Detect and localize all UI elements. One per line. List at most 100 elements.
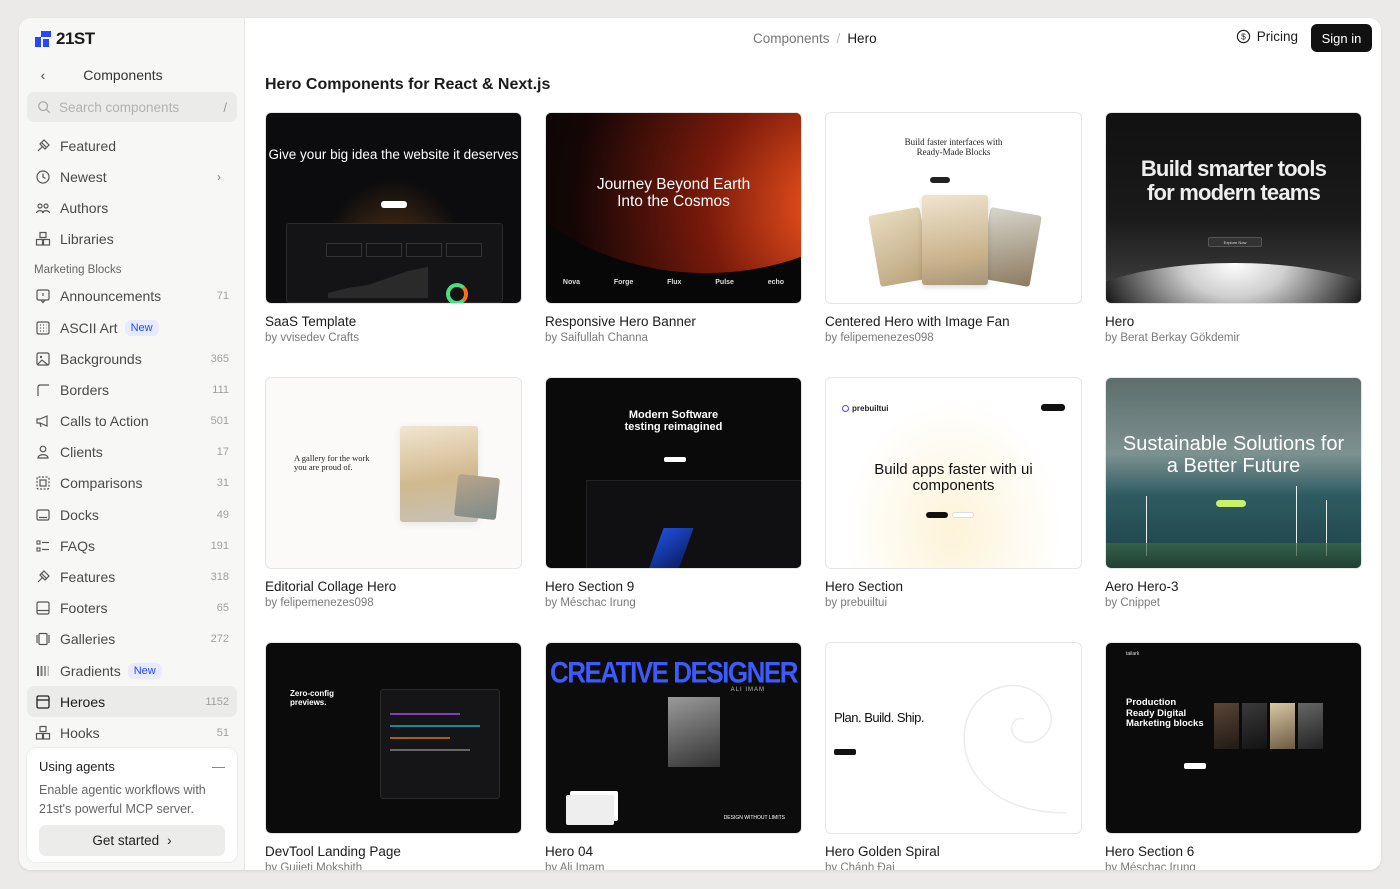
featured-icon bbox=[37, 138, 50, 152]
card-title[interactable]: Aero Hero-3 bbox=[1105, 579, 1362, 594]
card-author[interactable]: by Gujjeti Mokshith bbox=[265, 862, 522, 870]
card-title[interactable]: Hero Section bbox=[825, 579, 1082, 594]
card-thumbnail[interactable]: Give your big idea the website it deserv… bbox=[265, 112, 522, 304]
card-thumbnail[interactable]: tailark Production Ready Digital Marketi… bbox=[1105, 642, 1362, 834]
card-author[interactable]: by felipemenezes098 bbox=[825, 332, 1082, 344]
card-title[interactable]: Hero Section 9 bbox=[545, 579, 802, 594]
card-thumbnail[interactable]: Build faster interfaces with Ready-Made … bbox=[825, 112, 1082, 304]
card-author[interactable]: by felipemenezes098 bbox=[265, 597, 522, 609]
app-window: 21ST ‹ Components Search components / Fe… bbox=[19, 18, 1381, 870]
component-card[interactable]: Modern Software testing reimagined Hero … bbox=[545, 377, 802, 609]
promo-description: Enable agentic workflows with 21st's pow… bbox=[39, 783, 206, 816]
svg-text:$: $ bbox=[1241, 32, 1246, 42]
component-card[interactable]: Give your big idea the website it deserv… bbox=[265, 112, 522, 344]
card-title[interactable]: Hero 04 bbox=[545, 844, 802, 859]
component-card[interactable]: Build faster interfaces with Ready-Made … bbox=[825, 112, 1082, 344]
sidebar-item-count: 31 bbox=[216, 477, 229, 490]
card-thumbnail[interactable]: CREATIVE DESIGNER ALI IMAM DESIGN WITHOU… bbox=[545, 642, 802, 834]
get-started-label: Get started bbox=[92, 833, 160, 848]
card-thumbnail[interactable]: Plan. Build. Ship. bbox=[825, 642, 1082, 834]
card-author[interactable]: by prebuiltui bbox=[825, 597, 1082, 609]
breadcrumb-components[interactable]: Components bbox=[753, 31, 830, 46]
sidebar-item-ascii-art[interactable]: ASCII Art New bbox=[27, 312, 237, 343]
sidebar-item-announcements[interactable]: Announcements 71 bbox=[27, 281, 237, 312]
component-card[interactable]: A gallery for the work you are proud of.… bbox=[265, 377, 522, 609]
sign-in-button[interactable]: Sign in bbox=[1311, 24, 1372, 52]
card-thumbnail[interactable]: Journey Beyond Earth Into the Cosmos Nov… bbox=[545, 112, 802, 304]
sidebar-item-calls-to-action[interactable]: Calls to Action 501 bbox=[27, 406, 237, 437]
sidebar-item-label: Comparisons bbox=[60, 475, 143, 492]
component-card[interactable]: tailark Production Ready Digital Marketi… bbox=[1105, 642, 1362, 870]
search-input[interactable]: Search components bbox=[59, 100, 223, 115]
card-title[interactable]: Hero Golden Spiral bbox=[825, 844, 1082, 859]
card-title[interactable]: Responsive Hero Banner bbox=[545, 314, 802, 329]
sidebar-item-count: 501 bbox=[210, 415, 229, 428]
sidebar-item-featured[interactable]: Featured bbox=[27, 130, 237, 161]
sidebar-title: Components bbox=[83, 67, 163, 83]
card-title[interactable]: SaaS Template bbox=[265, 314, 522, 329]
card-author[interactable]: by Ali Imam bbox=[545, 862, 802, 870]
sidebar-item-galleries[interactable]: Galleries 272 bbox=[27, 624, 237, 655]
page-title: Hero Components for React & Next.js bbox=[265, 76, 551, 93]
component-card[interactable]: Journey Beyond Earth Into the Cosmos Nov… bbox=[545, 112, 802, 344]
pricing-link[interactable]: $ Pricing bbox=[1236, 29, 1298, 44]
sidebar-item-footers[interactable]: Footers 65 bbox=[27, 593, 237, 624]
sidebar-item-comparisons[interactable]: Comparisons 31 bbox=[27, 468, 237, 499]
search-bar[interactable]: Search components / bbox=[27, 92, 237, 122]
search-icon bbox=[38, 101, 51, 114]
card-author[interactable]: by Chánh Đại bbox=[825, 862, 1082, 870]
sidebar-item-authors[interactable]: Authors bbox=[27, 192, 237, 223]
component-card[interactable]: prebuiltui Build apps faster with ui com… bbox=[825, 377, 1082, 609]
card-thumbnail[interactable]: Sustainable Solutions for a Better Futur… bbox=[1105, 377, 1362, 569]
component-card[interactable]: Build smarter tools for modern teams Exp… bbox=[1105, 112, 1362, 344]
component-card[interactable]: Sustainable Solutions for a Better Futur… bbox=[1105, 377, 1362, 609]
brand-logo[interactable]: 21ST bbox=[35, 29, 95, 49]
card-thumbnail[interactable]: Build smarter tools for modern teams Exp… bbox=[1105, 112, 1362, 304]
card-headline: Build apps faster with ui components bbox=[874, 461, 1033, 494]
sidebar-item-clients[interactable]: Clients 17 bbox=[27, 437, 237, 468]
card-thumbnail[interactable]: prebuiltui Build apps faster with ui com… bbox=[825, 377, 1082, 569]
card-author[interactable]: by Berat Berkay Gökdemir bbox=[1105, 332, 1362, 344]
card-title[interactable]: DevTool Landing Page bbox=[265, 844, 522, 859]
card-author[interactable]: by Cnippet bbox=[1105, 597, 1362, 609]
sidebar-item-heroes[interactable]: Heroes 1152 bbox=[27, 686, 237, 718]
component-card[interactable]: CREATIVE DESIGNER ALI IMAM DESIGN WITHOU… bbox=[545, 642, 802, 870]
list-icon bbox=[36, 540, 49, 552]
sidebar-item-newest[interactable]: Newest › bbox=[27, 161, 237, 192]
component-card[interactable]: Plan. Build. Ship. Hero Golden Spiral by… bbox=[825, 642, 1082, 870]
sidebar-item-features[interactable]: Features 318 bbox=[27, 561, 237, 592]
brand-text: prebuiltui bbox=[852, 404, 889, 413]
card-author[interactable]: by Méschac Irung bbox=[545, 597, 802, 609]
card-author[interactable]: by Méschac Irung bbox=[1105, 862, 1362, 870]
card-thumbnail[interactable]: Zero-config previews. bbox=[265, 642, 522, 834]
card-author[interactable]: by Saifullah Channa bbox=[545, 332, 802, 344]
card-headline: Journey Beyond Earth Into the Cosmos bbox=[596, 176, 751, 210]
compare-icon bbox=[36, 476, 50, 491]
card-title[interactable]: Hero bbox=[1105, 314, 1362, 329]
sidebar-item-count: 49 bbox=[216, 508, 229, 521]
component-card[interactable]: Zero-config previews. DevTool Landing Pa… bbox=[265, 642, 522, 870]
card-title[interactable]: Centered Hero with Image Fan bbox=[825, 314, 1082, 329]
new-badge: New bbox=[124, 319, 159, 336]
sidebar-item-libraries[interactable]: Libraries bbox=[27, 224, 237, 255]
libraries-icon bbox=[35, 232, 51, 246]
collapse-icon[interactable]: — bbox=[212, 759, 225, 774]
chevron-left-icon[interactable]: ‹ bbox=[33, 67, 53, 83]
sidebar-item-hooks[interactable]: Hooks 51 bbox=[27, 717, 237, 748]
footer-icon bbox=[36, 601, 50, 615]
sidebar-item-gradients[interactable]: Gradients New bbox=[27, 655, 237, 686]
agents-promo-card: Using agents — Enable agentic workflows w… bbox=[27, 748, 237, 862]
card-thumbnail[interactable]: Modern Software testing reimagined bbox=[545, 377, 802, 569]
sidebar-item-borders[interactable]: Borders 111 bbox=[27, 374, 237, 405]
sidebar-item-faqs[interactable]: FAQs 191 bbox=[27, 530, 237, 561]
card-thumbnail[interactable]: A gallery for the work you are proud of. bbox=[265, 377, 522, 569]
sidebar-item-count: 111 bbox=[212, 383, 229, 396]
sidebar-item-backgrounds[interactable]: Backgrounds 365 bbox=[27, 343, 237, 374]
sidebar-item-count: 318 bbox=[210, 571, 229, 584]
card-title[interactable]: Hero Section 6 bbox=[1105, 844, 1362, 859]
sidebar-item-label: Hooks bbox=[60, 724, 100, 741]
get-started-button[interactable]: Get started › bbox=[39, 825, 225, 856]
card-author[interactable]: by vvisedev Crafts bbox=[265, 332, 522, 344]
sidebar-item-docks[interactable]: Docks 49 bbox=[27, 499, 237, 530]
card-title[interactable]: Editorial Collage Hero bbox=[265, 579, 522, 594]
